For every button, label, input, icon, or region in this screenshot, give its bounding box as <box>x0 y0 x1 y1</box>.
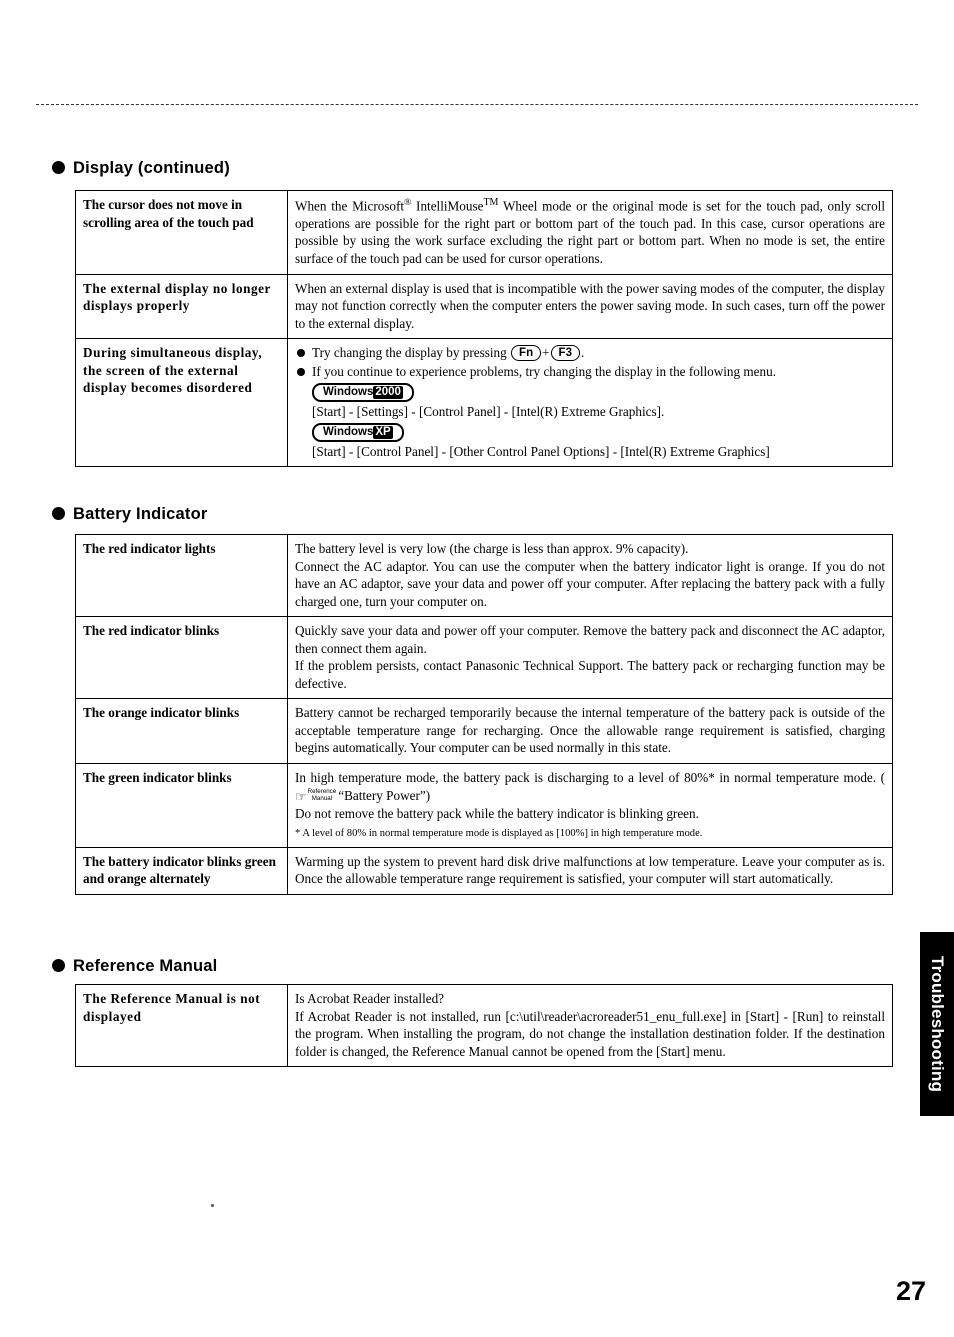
table-row: The red indicator blinks Quickly save yo… <box>75 616 893 700</box>
row-body: Battery cannot be recharged temporarily … <box>287 698 893 765</box>
row-label: The battery indicator blinks green and o… <box>75 846 288 895</box>
side-tab-troubleshooting: Troubleshooting <box>920 932 954 1116</box>
display-troubleshooting-table: The cursor does not move in scrolling ar… <box>75 190 893 468</box>
row-label: During simultaneous display, the screen … <box>75 338 288 468</box>
reference-manual-icon: ☞ Reference Manual <box>295 788 337 804</box>
bullet-icon <box>52 959 65 972</box>
row-body: The battery level is very low (the charg… <box>287 533 893 618</box>
bullet-icon <box>52 161 65 174</box>
row-body: Is Acrobat Reader installed? If Acrobat … <box>287 983 893 1068</box>
windowsxp-badge: Windows XP <box>312 422 404 442</box>
section-heading-reference-manual: Reference Manual <box>52 957 217 976</box>
section-heading-battery: Battery Indicator <box>52 505 208 524</box>
table-row: The Reference Manual is not displayed Is… <box>75 983 893 1068</box>
table-row: The red indicator lights The battery lev… <box>75 533 893 618</box>
table-row: The battery indicator blinks green and o… <box>75 846 893 895</box>
row-body: When an external display is used that is… <box>287 273 893 340</box>
row-label: The red indicator blinks <box>75 616 288 700</box>
key-fn: Fn <box>511 345 542 362</box>
section-heading-display: Display (continued) <box>52 159 230 178</box>
row-body: When the Microsoft® IntelliMouseTM Wheel… <box>287 190 893 275</box>
page-number: 27 <box>895 1276 926 1306</box>
windows2000-badge: Windows 2000 <box>312 383 414 403</box>
row-label: The orange indicator blinks <box>75 698 288 765</box>
table-row: The external display no longer displays … <box>75 273 893 340</box>
bullet-icon <box>297 349 305 358</box>
table-row: The cursor does not move in scrolling ar… <box>75 190 893 275</box>
row-label: The red indicator lights <box>75 533 288 618</box>
row-body: In high temperature mode, the battery pa… <box>287 763 893 848</box>
row-body: Warming up the system to prevent hard di… <box>287 846 893 895</box>
bullet-item: Try changing the display by pressing Fn +… <box>295 344 885 362</box>
row-body: Quickly save your data and power off you… <box>287 616 893 700</box>
badge-path: [Start] - [Settings] - [Control Panel] -… <box>312 404 665 420</box>
reference-manual-table: The Reference Manual is not displayed Is… <box>75 983 893 1068</box>
row-footnote: * A level of 80% in normal temperature m… <box>295 827 703 839</box>
row-label: The Reference Manual is not displayed <box>75 983 288 1068</box>
row-label: The green indicator blinks <box>75 763 288 848</box>
manual-page: Display (continued) The cursor does not … <box>0 0 954 1337</box>
page-speck <box>211 1204 214 1207</box>
bullet-icon <box>297 367 305 376</box>
bullet-item: If you continue to experience problems, … <box>295 363 885 381</box>
bullet-icon <box>52 507 65 520</box>
row-body: Try changing the display by pressing Fn +… <box>287 338 893 468</box>
table-row: During simultaneous display, the screen … <box>75 338 893 468</box>
header-rule <box>36 104 918 105</box>
key-f3: F3 <box>550 345 580 362</box>
row-label: The cursor does not move in scrolling ar… <box>75 190 288 275</box>
table-row: The green indicator blinks In high tempe… <box>75 763 893 848</box>
battery-indicator-table: The red indicator lights The battery lev… <box>75 533 893 895</box>
table-row: The orange indicator blinks Battery cann… <box>75 698 893 765</box>
row-label: The external display no longer displays … <box>75 273 288 340</box>
badge-path: [Start] - [Control Panel] - [Other Contr… <box>312 443 770 459</box>
